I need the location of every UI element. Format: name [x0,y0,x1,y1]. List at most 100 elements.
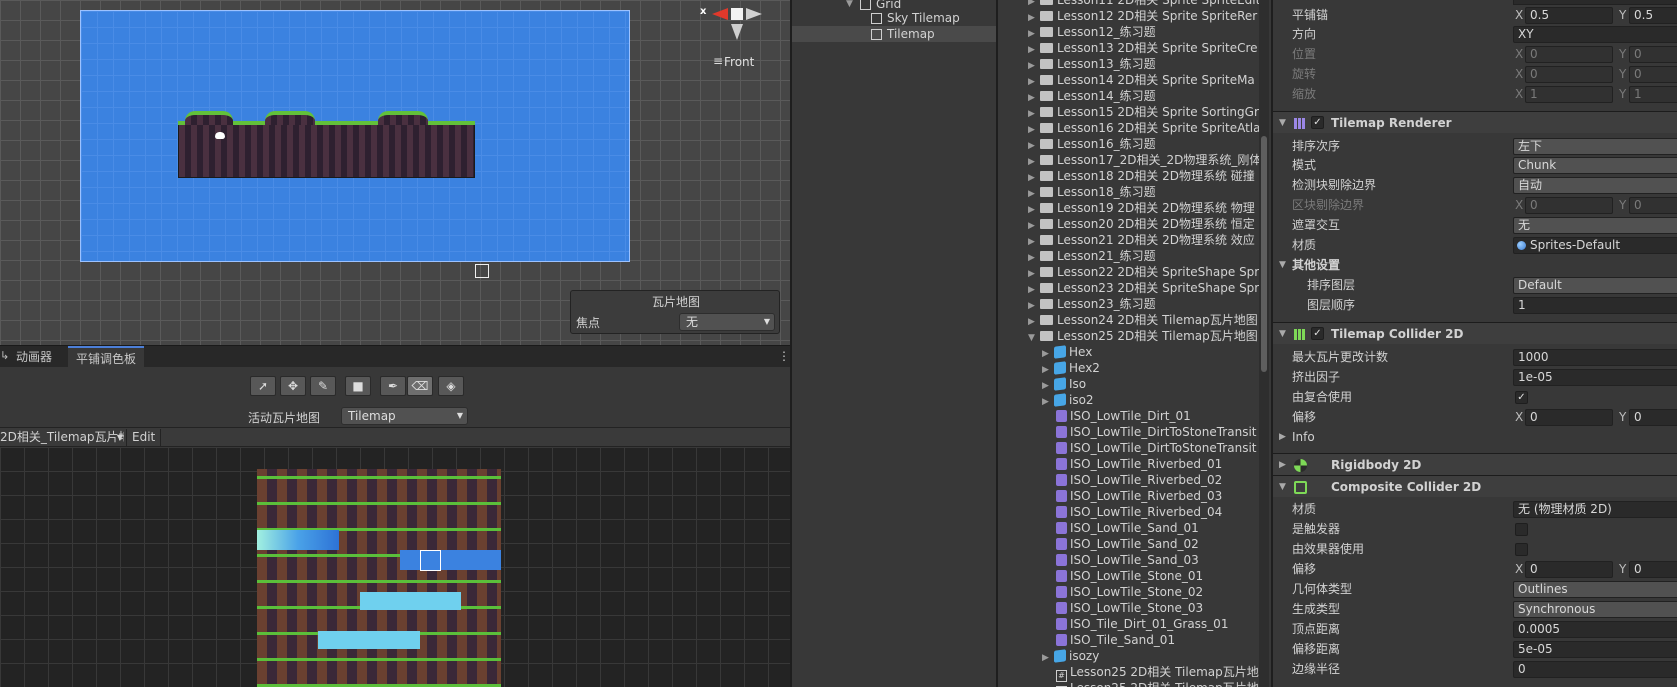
material-field[interactable]: Sprites-Default [1513,237,1677,254]
foldout-arrow-icon[interactable]: ▼ [1279,476,1286,498]
gizmo-y-arrow-icon[interactable] [731,24,743,40]
orientation-dropdown[interactable]: XY [1513,26,1677,43]
project-tile-row[interactable]: ISO_LowTile_Dirt_01 [998,408,1271,424]
focus-dropdown[interactable]: 无 ▼ [679,313,775,331]
other-settings-row[interactable]: ▼ 其他设置 [1273,256,1677,275]
project-prefab-row[interactable]: ▶ isozy [998,648,1271,664]
collider-offset-x-field[interactable]: 0 [1525,409,1613,426]
project-tile-row[interactable]: ISO_LowTile_Stone_02 [998,584,1271,600]
project-folder-row[interactable]: ▶ Lesson13_练习题 [998,56,1271,72]
project-folder-row[interactable]: ▶ Lesson18_练习题 [998,184,1271,200]
gizmo-center-cube-icon[interactable] [731,8,743,20]
project-folder-row[interactable]: ▶ Lesson21_练习题 [998,248,1271,264]
composite-offset-x-field[interactable]: 0 [1525,561,1613,578]
project-tile-row[interactable]: ISO_LowTile_Riverbed_02 [998,472,1271,488]
move-tool-icon[interactable]: ✥ [280,376,306,396]
gizmo-x-arrow-icon[interactable] [712,8,728,20]
eraser-tool-icon[interactable]: ⌫ [407,376,433,396]
project-folder-row[interactable]: ▼ Lesson25 2D相关 Tilemap瓦片地图 [998,328,1271,344]
tile-anchor-x-field[interactable]: 0.5 [1525,7,1613,24]
orientation-gizmo[interactable]: x ≡ Front [700,2,780,72]
project-tile-row[interactable]: ISO_LowTile_DirtToStoneTransit [998,440,1271,456]
order-in-layer-field[interactable]: 1 [1513,297,1677,314]
foldout-arrow-icon[interactable]: ▶ [1279,428,1286,447]
is-trigger-checkbox[interactable] [1515,523,1528,536]
foldout-arrow-icon[interactable]: ▶ [1279,454,1286,476]
foldout-arrow-icon[interactable]: ▼ [1279,323,1286,345]
project-folder-row[interactable]: ▶ Lesson18 2D相关 2D物理系统 碰撞 [998,168,1271,184]
hierarchy-item-sky-tilemap[interactable]: Sky Tilemap [792,10,998,26]
fill-tool-icon[interactable]: ◈ [438,376,464,396]
edge-radius-field[interactable]: 0 [1513,661,1677,678]
used-by-effector-checkbox[interactable] [1515,543,1528,556]
palette-dropdown[interactable]: 2D相关_Tilemap瓦片地 ▼ [0,429,124,446]
view-label[interactable]: Front [724,55,754,69]
project-folder-row[interactable]: ▶ Lesson12_练习题 [998,24,1271,40]
picker-tool-icon[interactable]: ✒ [380,376,406,396]
project-folder-row[interactable]: ▶ Lesson12 2D相关 Sprite SpriteRer [998,8,1271,24]
more-menu-icon[interactable]: ⋮ [778,349,790,363]
project-folder-row[interactable]: ▶ Lesson15 2D相关 Sprite SortingGr [998,104,1271,120]
sorting-layer-dropdown[interactable]: Default [1513,277,1677,294]
project-folder-row[interactable]: ▶ Lesson23_练习题 [998,296,1271,312]
tilemap-collider-enabled-checkbox[interactable]: ✓ [1311,327,1324,340]
project-prefab-row[interactable]: ▶ Iso [998,376,1271,392]
project-folder-row[interactable]: ▶ Lesson20 2D相关 2D物理系统 恒定 [998,216,1271,232]
project-script-row[interactable]: #Lesson25 2D相关 Tilemap瓦片地 [998,664,1271,682]
expand-arrow-icon[interactable]: ▼ [1028,330,1040,346]
project-folder-row[interactable]: ▶ Lesson23 2D相关 SpriteShape Spr [998,280,1271,296]
collider-offset-y-field[interactable]: 0 [1629,409,1677,426]
detect-chunk-dropdown[interactable]: 自动 [1513,177,1677,194]
box-fill-tool-icon[interactable]: ■ [345,376,371,396]
project-tile-row[interactable]: ISO_LowTile_Sand_02 [998,536,1271,552]
extrusion-factor-field[interactable]: 1e-05 [1513,369,1677,386]
tab-tile-palette[interactable]: 平铺调色板 [68,346,145,368]
project-prefab-row[interactable]: ▶ Hex2 [998,360,1271,376]
tile-anchor-y-field[interactable]: 0.5 [1629,7,1677,24]
project-prefab-row[interactable]: ▶ Hex [998,344,1271,360]
project-folder-row[interactable]: ▶ Lesson16_练习题 [998,136,1271,152]
project-folder-row[interactable]: ▶ Lesson16 2D相关 Sprite SpriteAtla [998,120,1271,136]
project-tile-row[interactable]: ISO_LowTile_Stone_03 [998,600,1271,616]
project-script-row[interactable]: #Lesson25 2D相关 Tilemap瓦片地 [998,680,1271,687]
project-folder-row[interactable]: ▶ Lesson22 2D相关 SpriteShape Spr [998,264,1271,280]
project-folder-row[interactable]: ▶ Lesson24 2D相关 Tilemap瓦片地图 [998,312,1271,328]
mask-interaction-dropdown[interactable]: 无 [1513,217,1677,234]
foldout-arrow-icon[interactable]: ▼ [1279,112,1286,134]
project-tile-row[interactable]: ISO_Tile_Dirt_01_Grass_01 [998,616,1271,632]
project-tile-row[interactable]: ISO_LowTile_Riverbed_01 [998,456,1271,472]
offset-distance-field[interactable]: 5e-05 [1513,641,1677,658]
project-tile-row[interactable]: ISO_LowTile_Riverbed_03 [998,488,1271,504]
brush-tool-icon[interactable]: ✎ [310,376,336,396]
rigidbody-header[interactable]: ▶ Rigidbody 2D [1273,453,1677,475]
scene-view[interactable]: x ≡ Front 瓦片地图 焦点 无 ▼ [0,0,790,345]
project-folder-row[interactable]: ▶ Lesson21 2D相关 2D物理系统 效应 [998,232,1271,248]
project-scrollbar-thumb[interactable] [1261,136,1267,372]
generation-type-dropdown[interactable]: Synchronous [1513,601,1677,618]
vertex-distance-field[interactable]: 0.0005 [1513,621,1677,638]
foldout-arrow-icon[interactable]: ▼ [1279,256,1286,275]
tilemap-renderer-header[interactable]: ▼ ✓ Tilemap Renderer [1273,111,1677,133]
geometry-type-dropdown[interactable]: Outlines [1513,581,1677,598]
project-folder-row[interactable]: ▶ Lesson14_练习题 [998,88,1271,104]
gizmo-neg-x-arrow-icon[interactable] [746,8,762,20]
tilemap-collider-header[interactable]: ▼ ✓ Tilemap Collider 2D [1273,322,1677,344]
select-tool-icon[interactable]: ➚ [250,376,276,396]
max-tile-change-field[interactable]: 1000 [1513,349,1677,366]
project-tile-row[interactable]: ISO_LowTile_Stone_01 [998,568,1271,584]
sort-order-dropdown[interactable]: 左下 [1513,138,1677,155]
project-tile-row[interactable]: ISO_LowTile_DirtToStoneTransit [998,424,1271,440]
project-folder-row[interactable]: ▶ Lesson14 2D相关 Sprite SpriteMa [998,72,1271,88]
composite-offset-y-field[interactable]: 0 [1629,561,1677,578]
selection-handle[interactable] [475,264,489,278]
composite-material-field[interactable]: 无 (物理材质 2D) [1513,501,1677,518]
used-by-composite-checkbox[interactable]: ✓ [1515,391,1528,404]
project-tile-row[interactable]: ISO_LowTile_Sand_03 [998,552,1271,568]
project-folder-row[interactable]: ▶ Lesson17_2D相关_2D物理系统_刚体 [998,152,1271,168]
project-prefab-row[interactable]: ▶ iso2 [998,392,1271,408]
mode-dropdown[interactable]: Chunk [1513,157,1677,174]
edit-button[interactable]: Edit [126,429,162,446]
info-row[interactable]: ▶ Info [1273,428,1677,447]
project-folder-row[interactable]: ▶ Lesson13 2D相关 Sprite SpriteCre [998,40,1271,56]
hierarchy-item-tilemap[interactable]: Tilemap [792,26,998,42]
